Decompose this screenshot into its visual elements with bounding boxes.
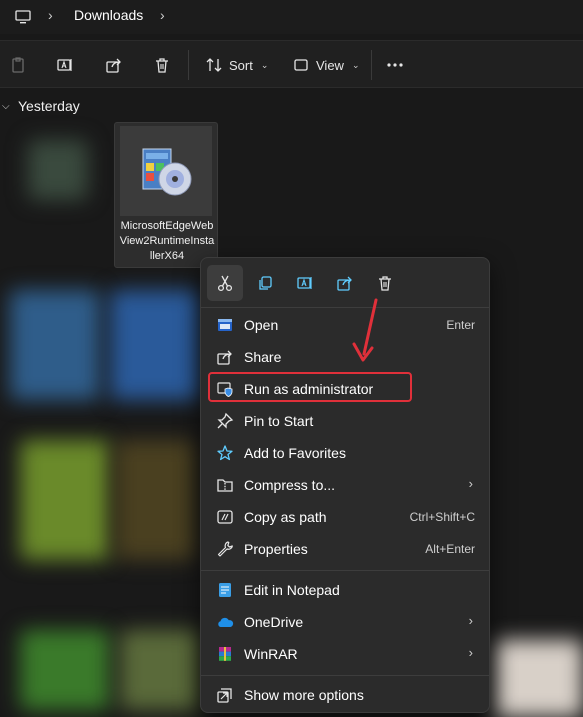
copy-icon	[259, 276, 272, 290]
rename-button[interactable]	[56, 53, 74, 77]
file-explorer-window: › Downloads › Sort ⌄ View ⌄ ⌵ Yesterday …	[0, 0, 583, 717]
shortcut-text: Ctrl+Shift+C	[409, 510, 475, 524]
breadcrumb-separator-icon[interactable]: ›	[48, 7, 53, 23]
rename-button[interactable]	[287, 265, 323, 301]
winrar-icon	[216, 645, 234, 663]
toolbar-divider	[188, 50, 189, 80]
installer-icon	[120, 126, 212, 216]
menu-item-edit-in-notepad[interactable]: Edit in Notepad	[205, 575, 487, 605]
clipboard-icon	[12, 57, 24, 73]
menu-item-show-more-options[interactable]: Show more options	[205, 680, 487, 710]
notepad-icon	[216, 581, 234, 599]
chevron-down-icon[interactable]: ⌵	[2, 101, 16, 112]
trash-icon	[156, 58, 168, 73]
blurred-file-icon	[28, 140, 88, 200]
view-icon	[294, 59, 308, 71]
menu-item-label: Pin to Start	[244, 413, 314, 429]
share-icon	[337, 276, 352, 291]
share-icon	[216, 348, 234, 366]
rename-icon	[57, 59, 72, 71]
delete-button[interactable]	[153, 53, 171, 77]
rename-icon	[297, 277, 312, 289]
zip-folder-icon	[216, 476, 234, 494]
copy-path-icon	[216, 508, 234, 526]
blurred-file-icon	[20, 440, 110, 560]
paste-button[interactable]	[9, 53, 27, 77]
menu-separator	[201, 675, 489, 676]
share-icon	[106, 58, 121, 73]
menu-item-compress-to[interactable]: Compress to... ›	[205, 470, 487, 500]
onedrive-cloud-icon	[216, 613, 234, 631]
view-button[interactable]: View ⌄	[292, 53, 360, 77]
scissors-icon	[217, 275, 233, 292]
chevron-right-icon: ›	[468, 613, 473, 628]
share-button[interactable]	[105, 53, 123, 77]
group-header-yesterday[interactable]: ⌵ Yesterday	[0, 96, 80, 116]
menu-item-copy-as-path[interactable]: Copy as path Ctrl+Shift+C	[205, 502, 487, 532]
view-label: View	[316, 57, 344, 73]
menu-item-label: Share	[244, 349, 282, 365]
menu-item-label: Copy as path	[244, 509, 327, 525]
wrench-icon	[216, 540, 234, 558]
blurred-file-icon	[110, 290, 200, 400]
command-bar: Sort ⌄ View ⌄	[0, 40, 583, 88]
star-icon	[216, 444, 234, 462]
blurred-file-icon	[115, 440, 195, 560]
this-pc-icon[interactable]	[14, 8, 32, 26]
menu-item-label: Add to Favorites	[244, 445, 346, 461]
menu-item-pin-to-start[interactable]: Pin to Start	[205, 406, 487, 436]
menu-item-onedrive[interactable]: OneDrive ›	[205, 607, 487, 637]
more-options-button[interactable]	[386, 53, 404, 77]
blurred-file-icon	[20, 630, 110, 710]
blurred-file-icon	[495, 640, 583, 717]
menu-item-label: Show more options	[244, 687, 364, 703]
pin-icon	[216, 412, 234, 430]
sort-label: Sort	[229, 57, 253, 73]
sort-button[interactable]: Sort ⌄	[205, 53, 268, 77]
chevron-down-icon: ⌄	[351, 59, 360, 70]
chevron-right-icon: ›	[468, 476, 473, 491]
copy-button[interactable]	[247, 265, 283, 301]
toolbar-divider	[371, 50, 372, 80]
blurred-file-icon	[120, 630, 200, 710]
menu-item-label: WinRAR	[244, 646, 298, 662]
selected-file-item[interactable]: MicrosoftEdgeWebView2RuntimeInstallerX64	[114, 122, 218, 268]
menu-item-label: Compress to...	[244, 477, 336, 493]
trash-icon	[379, 276, 391, 291]
address-bar[interactable]: › Downloads ›	[0, 0, 583, 34]
chevron-right-icon: ›	[468, 645, 473, 660]
menu-item-label: OneDrive	[244, 614, 304, 630]
group-title: Yesterday	[18, 98, 80, 114]
ellipsis-icon	[387, 63, 403, 67]
breadcrumb-downloads[interactable]: Downloads	[74, 7, 143, 23]
breadcrumb-chevron-icon[interactable]: ›	[160, 7, 165, 23]
shortcut-text: Enter	[446, 318, 475, 332]
menu-item-label: Edit in Notepad	[244, 582, 340, 598]
menu-item-label: Open	[244, 317, 279, 333]
menu-separator	[201, 570, 489, 571]
shortcut-text: Alt+Enter	[425, 542, 475, 556]
menu-item-winrar[interactable]: WinRAR ›	[205, 639, 487, 669]
chevron-down-icon: ⌄	[260, 59, 269, 70]
menu-item-properties[interactable]: Properties Alt+Enter	[205, 534, 487, 564]
highlight-box	[208, 372, 412, 402]
menu-item-add-to-favorites[interactable]: Add to Favorites	[205, 438, 487, 468]
show-more-icon	[216, 686, 234, 704]
annotation-arrow-icon	[352, 298, 378, 362]
cut-button[interactable]	[207, 265, 243, 301]
sort-icon	[206, 58, 222, 72]
menu-item-label: Properties	[244, 541, 308, 557]
open-app-icon	[216, 316, 234, 334]
blurred-file-icon	[10, 290, 100, 400]
